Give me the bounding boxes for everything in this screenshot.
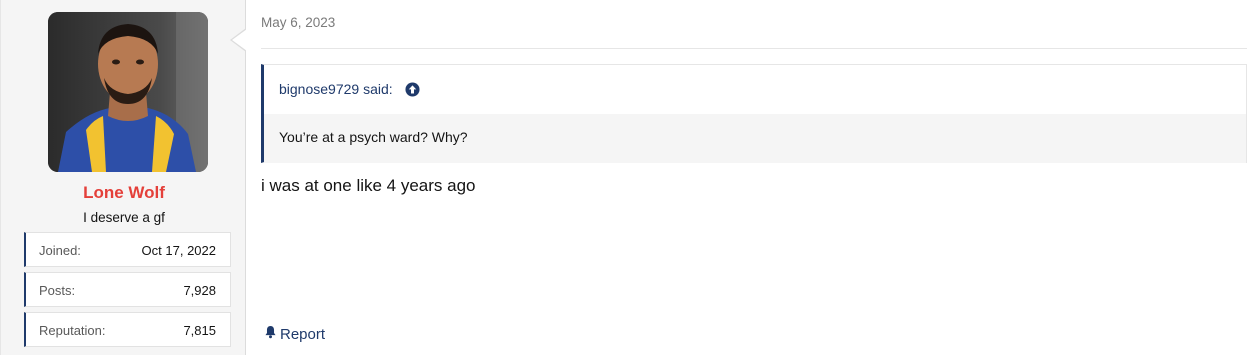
bell-icon <box>264 325 277 343</box>
report-link[interactable]: Report <box>264 325 325 343</box>
user-panel: Lone Wolf I deserve a gf Joined: Oct 17,… <box>0 0 246 355</box>
stat-label: Posts: <box>39 283 76 298</box>
quote-text: You’re at a psych ward? Why? <box>264 114 1246 163</box>
user-title: I deserve a gf <box>83 210 165 225</box>
stat-value: 7,928 <box>183 283 216 298</box>
user-avatar[interactable] <box>48 12 208 172</box>
quote-header: bignose9729 said: <box>264 65 1246 115</box>
stat-label: Reputation: <box>39 323 106 338</box>
panel-pointer-fill <box>232 29 247 51</box>
stat-reputation: Reputation: 7,815 <box>24 312 231 347</box>
quote-block: bignose9729 said: You’re at a psych ward… <box>261 64 1247 163</box>
avatar-image <box>48 12 208 172</box>
stat-joined: Joined: Oct 17, 2022 <box>24 232 231 267</box>
post-message: i was at one like 4 years ago <box>261 176 476 195</box>
quote-author[interactable]: bignose9729 said: <box>279 81 393 97</box>
divider <box>261 48 1247 49</box>
arrow-up-circle-icon[interactable] <box>405 82 420 100</box>
stat-value: Oct 17, 2022 <box>141 243 216 258</box>
stat-posts: Posts: 7,928 <box>24 272 231 307</box>
username[interactable]: Lone Wolf <box>1 183 247 203</box>
stat-label: Joined: <box>39 243 81 258</box>
stat-value: 7,815 <box>183 323 216 338</box>
report-label: Report <box>280 325 326 343</box>
post-date[interactable]: May 6, 2023 <box>261 15 335 30</box>
